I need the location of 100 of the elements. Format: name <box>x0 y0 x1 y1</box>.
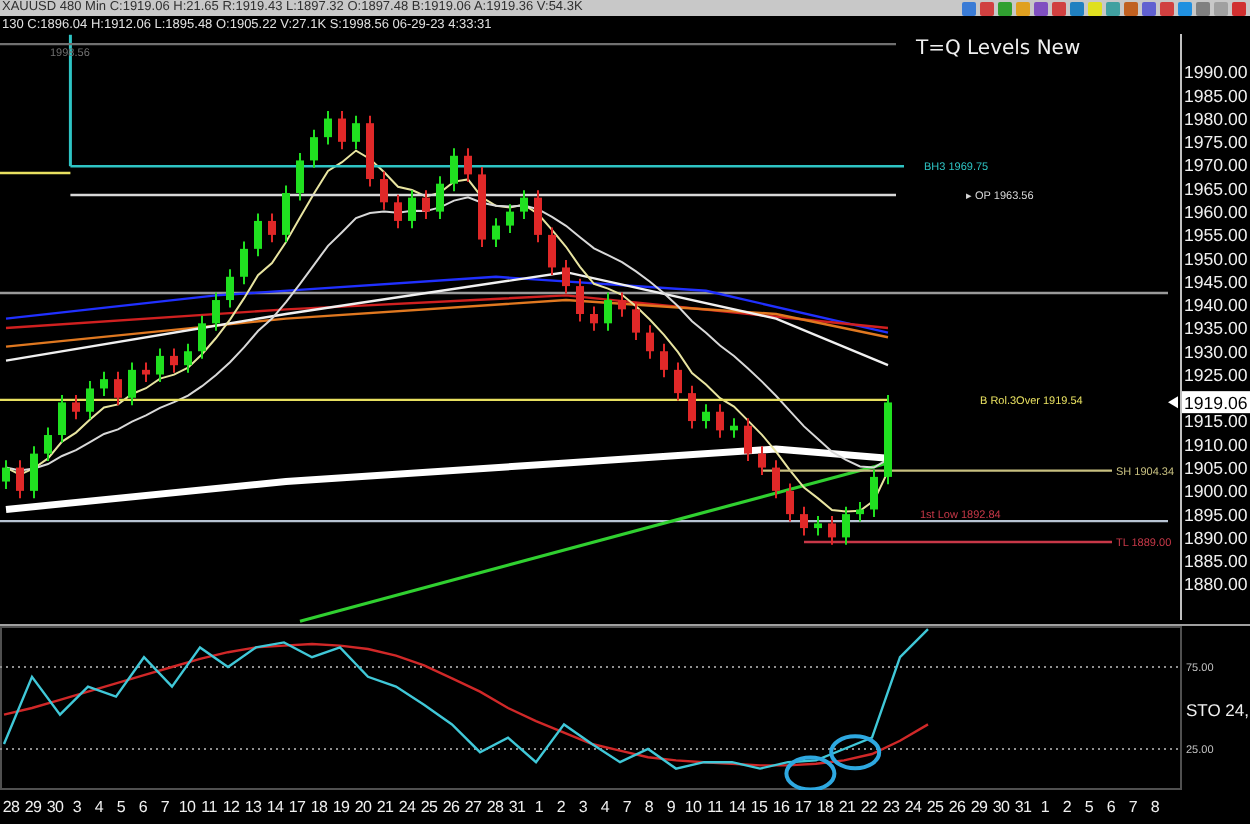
date-label: 28 <box>484 798 506 816</box>
date-label: 29 <box>22 798 44 816</box>
date-label: 24 <box>396 798 418 816</box>
date-label: 14 <box>264 798 286 816</box>
candlestick <box>674 361 682 402</box>
candlestick <box>576 277 584 323</box>
price-axis-label: 1890.00 <box>1184 527 1248 548</box>
candlestick <box>422 189 430 221</box>
date-label: 3 <box>70 798 84 816</box>
candlestick <box>2 459 10 490</box>
candlestick <box>408 189 416 230</box>
candlestick <box>758 445 766 477</box>
date-label: 31 <box>506 798 528 816</box>
candlestick <box>450 147 458 193</box>
price-axis-label: 1880.00 <box>1184 574 1248 595</box>
candlestick <box>156 347 164 383</box>
price-axis-label: 1925.00 <box>1184 364 1248 385</box>
date-label: 16 <box>770 798 792 816</box>
candlestick <box>716 403 724 439</box>
candlestick <box>492 217 500 248</box>
price-axis-label: 1990.00 <box>1184 62 1248 83</box>
price-axis-label: 1915.00 <box>1184 411 1248 432</box>
date-label: 21 <box>374 798 396 816</box>
candlestick <box>254 212 262 258</box>
date-label: 17 <box>792 798 814 816</box>
candlestick <box>296 152 304 202</box>
candlestick <box>170 347 178 374</box>
current-price-marker: 1919.06 <box>1182 391 1250 414</box>
date-label: 30 <box>44 798 66 816</box>
price-axis-label: 1945.00 <box>1184 271 1248 292</box>
candlestick <box>772 459 780 500</box>
candlestick <box>268 212 276 244</box>
candlestick <box>534 189 542 244</box>
candlestick <box>786 482 794 523</box>
candlestick <box>394 193 402 230</box>
price-axis-label: 1980.00 <box>1184 108 1248 129</box>
candlestick <box>352 114 360 151</box>
price-axis-label: 1975.00 <box>1184 132 1248 153</box>
date-label: 5 <box>114 798 128 816</box>
candlestick <box>366 114 374 188</box>
candlestick <box>226 268 234 309</box>
price-axis-label: 1950.00 <box>1184 248 1248 269</box>
date-label: 15 <box>748 798 770 816</box>
candlestick <box>58 394 66 444</box>
candlestick <box>730 417 738 439</box>
date-label: 8 <box>1148 798 1162 816</box>
price-axis-label: 1960.00 <box>1184 202 1248 222</box>
price-axis-label: 1935.00 <box>1184 318 1248 339</box>
price-axis-label: 1885.00 <box>1184 551 1248 572</box>
candlestick <box>506 203 514 235</box>
candlestick <box>744 417 752 463</box>
date-label: 11 <box>705 798 725 816</box>
candlestick <box>856 501 864 523</box>
candlestick <box>842 505 850 546</box>
date-label: 22 <box>858 798 880 816</box>
date-label: 24 <box>902 798 924 816</box>
date-label: 7 <box>620 798 634 816</box>
candlestick <box>870 468 878 518</box>
candlestick <box>184 342 192 374</box>
price-axis-label: 1930.00 <box>1184 341 1248 362</box>
candlestick <box>128 361 136 407</box>
date-label: 4 <box>92 798 106 816</box>
price-axis-label: 1955.00 <box>1184 225 1248 246</box>
candlestick <box>632 300 640 342</box>
date-label: 23 <box>880 798 902 816</box>
date-label: 4 <box>598 798 612 816</box>
price-axis-label: 1905.00 <box>1184 458 1248 478</box>
candlestick <box>72 394 80 421</box>
date-label: 10 <box>176 798 198 816</box>
candlestick <box>688 384 696 430</box>
candlestick <box>86 380 94 421</box>
candlestick <box>380 170 388 211</box>
date-label: 13 <box>242 798 264 816</box>
date-label: 28 <box>0 798 22 816</box>
date-label: 2 <box>554 798 568 816</box>
candlestick <box>198 314 206 360</box>
candlestick <box>646 324 654 360</box>
candlestick <box>814 515 822 537</box>
date-label: 18 <box>814 798 836 816</box>
candlestick <box>884 394 892 486</box>
candlestick <box>562 259 570 295</box>
price-axis-label: 1970.00 <box>1184 155 1248 176</box>
price-axis-label: 1985.00 <box>1184 85 1248 106</box>
candlestick <box>282 184 290 244</box>
indicator-title: T=Q Levels New <box>916 38 1081 60</box>
price-axis-label: 1895.00 <box>1184 504 1248 525</box>
candlestick <box>800 505 808 537</box>
candlestick <box>520 189 528 221</box>
date-label: 26 <box>946 798 968 816</box>
date-label: 27 <box>462 798 484 816</box>
date-label: 6 <box>1104 798 1118 816</box>
candlestick <box>548 226 556 276</box>
candlestick <box>30 445 38 500</box>
candlestick <box>114 370 122 407</box>
date-label: 20 <box>352 798 374 816</box>
candlestick <box>660 342 668 379</box>
price-axis-label: 1965.00 <box>1184 178 1248 199</box>
candlestick <box>142 361 150 383</box>
candlestick <box>464 147 472 183</box>
candlestick <box>604 291 612 332</box>
